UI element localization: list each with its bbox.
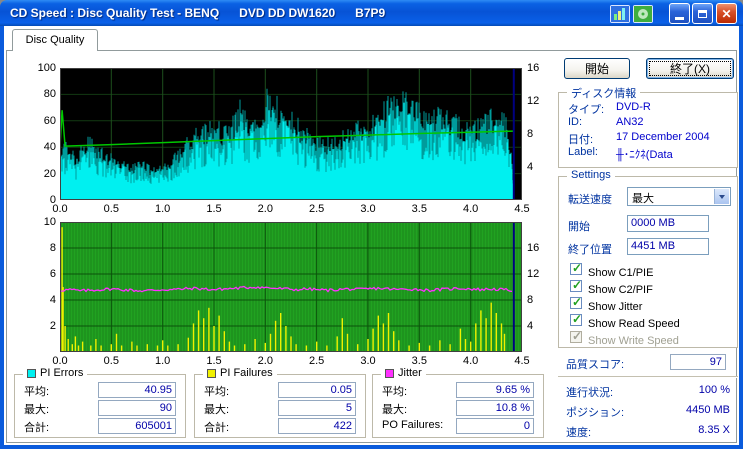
po-failures-label: PO Failures:	[382, 419, 444, 431]
jitter-y-axis-right: 16 12 8 4	[527, 242, 540, 332]
position-value: 4450 MB	[685, 404, 730, 416]
checkbox-icon	[570, 329, 582, 343]
total-label: 合計:	[204, 422, 230, 434]
speed-value: 8.35 X	[698, 424, 730, 436]
maximize-button[interactable]	[692, 3, 713, 24]
separator	[558, 376, 738, 378]
avg-label: 平均:	[24, 386, 50, 398]
transfer-speed-label: 転送速度	[568, 194, 612, 206]
legend-title-text: PI Errors	[40, 367, 84, 379]
pi-failures-average-value: 0.05	[278, 382, 356, 398]
disc-label-label: Label:	[568, 146, 598, 158]
tab-disc-quality[interactable]: Disc Quality	[12, 29, 98, 51]
start-position-field[interactable]: 0000 MB	[627, 215, 709, 232]
exit-button[interactable]: 終了(X)	[646, 58, 734, 79]
show-write-speed-checkbox: Show Write Speed	[570, 329, 679, 347]
disc-type-label: タイプ:	[568, 104, 605, 116]
progress-label: 進行状況:	[566, 387, 614, 399]
disc-type-value: DVD-R	[616, 101, 651, 113]
legend-title-text: Jitter	[398, 367, 422, 379]
pi-errors-legend: PI Errors 平均: 40.95 最大: 90 合計: 605001	[14, 367, 186, 438]
pi-errors-chart	[59, 68, 522, 200]
max-label: 最大:	[24, 404, 50, 416]
checkbox-icon	[570, 261, 582, 275]
total-label: 合計:	[24, 422, 50, 434]
pi-errors-total-value: 605001	[98, 418, 176, 434]
minimize-button[interactable]	[669, 3, 690, 24]
pi-errors-legend-title: PI Errors	[23, 367, 88, 379]
position-label: ポジション:	[566, 407, 625, 419]
pi-failures-y-axis-left: 10 8 6 4 2	[43, 216, 56, 332]
show-c1-pie-checkbox[interactable]: Show C1/PIE	[570, 261, 653, 279]
close-icon: ✕	[721, 6, 732, 21]
chevron-down-icon[interactable]	[714, 189, 729, 204]
progress-value: 100 %	[698, 384, 730, 396]
max-label: 最大:	[382, 404, 408, 416]
pi-failures-legend: PI Failures 平均: 0.05 最大: 5 合計: 422	[194, 367, 366, 438]
jitter-max-value: 10.8 %	[456, 400, 534, 416]
checkbox-icon	[570, 295, 582, 309]
titlebar[interactable]: CD Speed : Disc Quality Test - BENQ DVD …	[0, 0, 743, 26]
disc-id-label: ID:	[568, 116, 583, 128]
window-title: CD Speed : Disc Quality Test - BENQ DVD …	[10, 6, 386, 20]
end-position-label: 終了位置	[568, 244, 612, 256]
start-position-label: 開始	[568, 221, 590, 233]
titlebar-icon-disc[interactable]	[633, 4, 653, 23]
titlebar-buttons: ✕	[610, 3, 737, 24]
disc-date-value: 17 December 2004	[616, 131, 710, 143]
pi-failures-swatch	[207, 368, 216, 378]
show-read-speed-checkbox[interactable]: Show Read Speed	[570, 312, 680, 330]
quality-score-value: 97	[670, 354, 726, 370]
minimize-icon	[675, 17, 684, 20]
transfer-speed-select[interactable]: 最大	[627, 187, 731, 206]
disc-date-label: 日付:	[568, 134, 594, 146]
disc-id-value: AN32	[616, 116, 644, 128]
pi-errors-swatch	[27, 368, 36, 378]
titlebar-icon-graph[interactable]	[610, 4, 630, 23]
close-button[interactable]: ✕	[716, 3, 737, 24]
pi-errors-x-axis: 0.0 0.5 1.0 1.5 2.0 2.5 3.0 3.5 4.0 4.5	[52, 203, 530, 215]
pi-failures-x-axis: 0.0 0.5 1.0 1.5 2.0 2.5 3.0 3.5 4.0 4.5	[52, 355, 530, 367]
pi-errors-y-axis-left: 100 80 60 40 20 0	[37, 62, 56, 206]
jitter-legend: Jitter 平均: 9.65 % 最大: 10.8 % PO Failures: 0	[372, 367, 544, 438]
jitter-swatch	[385, 368, 394, 378]
disc-info-title: ディスク情報	[571, 88, 637, 100]
maximize-icon	[698, 9, 707, 18]
checkbox-icon	[570, 312, 582, 326]
checkbox-icon	[570, 278, 582, 292]
jitter-legend-title: Jitter	[381, 367, 426, 379]
pi-failures-jitter-chart	[59, 222, 522, 352]
pi-failures-legend-title: PI Failures	[203, 367, 277, 379]
jitter-average-value: 9.65 %	[456, 382, 534, 398]
show-c2-pif-checkbox[interactable]: Show C2/PIF	[570, 278, 653, 296]
pi-errors-max-value: 90	[98, 400, 176, 416]
show-jitter-checkbox[interactable]: Show Jitter	[570, 295, 642, 313]
settings-group: Settings 転送速度 最大 開始 0000 MB 終了位置 4451 MB…	[558, 169, 738, 348]
disc-info-group: ディスク情報 タイプ: DVD-R ID: AN32 日付: 17 December …	[558, 85, 738, 168]
pi-failures-max-value: 5	[278, 400, 356, 416]
end-position-field[interactable]: 4451 MB	[627, 238, 709, 255]
avg-label: 平均:	[204, 386, 230, 398]
start-button[interactable]: 開始	[564, 58, 630, 79]
app-window: CD Speed : Disc Quality Test - BENQ DVD …	[0, 0, 743, 449]
avg-label: 平均:	[382, 386, 408, 398]
pi-failures-total-value: 422	[278, 418, 356, 434]
quality-score-label: 品質スコア:	[566, 359, 625, 371]
legend-title-text: PI Failures	[220, 367, 273, 379]
speed-y-axis-right: 16 12 8 4	[527, 62, 540, 173]
client-area: Disc Quality 100 80 60 40 20 0 16 12 8 4 0.0 0.5 1…	[4, 26, 739, 445]
max-label: 最大:	[204, 404, 230, 416]
speed-label: 速度:	[566, 427, 592, 439]
settings-title: Settings	[571, 169, 611, 181]
disc-label-value: ╫･ﾆｸﾈ(Data	[616, 149, 673, 161]
po-failures-value: 0	[456, 418, 534, 434]
pi-errors-average-value: 40.95	[98, 382, 176, 398]
